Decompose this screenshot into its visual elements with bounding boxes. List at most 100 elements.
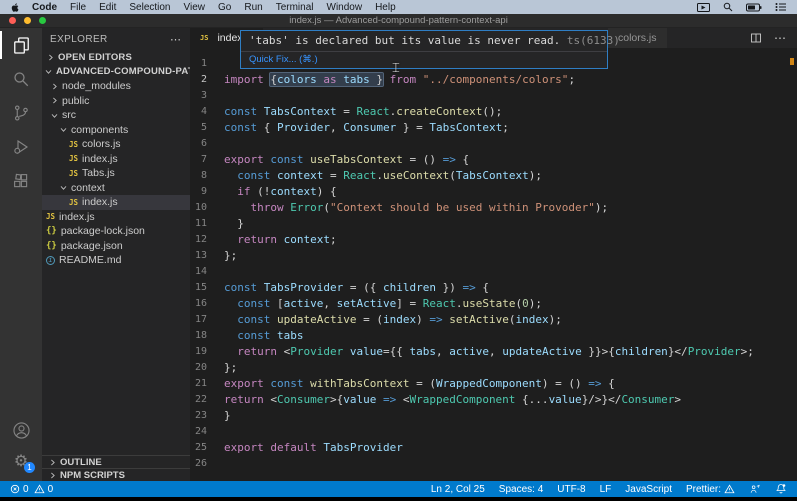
tree-item-components[interactable]: components xyxy=(42,123,190,138)
outline-section[interactable]: OUTLINE xyxy=(42,455,190,468)
language-mode-status[interactable]: JavaScript xyxy=(625,484,672,495)
code-line[interactable]: 8 const context = React.useContext(TabsC… xyxy=(190,168,797,184)
json-file-icon: {} xyxy=(46,226,57,237)
code-line[interactable]: 24 xyxy=(190,424,797,440)
settings-gear-icon[interactable]: ⚙ 1 xyxy=(0,447,42,475)
menu-item-window[interactable]: Window xyxy=(327,2,363,13)
menu-item-go[interactable]: Go xyxy=(218,2,231,13)
code-line[interactable]: 18 const tabs xyxy=(190,328,797,344)
code-line[interactable]: 16 const [active, setActive] = React.use… xyxy=(190,296,797,312)
code-line[interactable]: 17 const updateActive = (index) => setAc… xyxy=(190,312,797,328)
json-file-icon: {} xyxy=(46,240,57,251)
code-line[interactable]: 9 if (!context) { xyxy=(190,184,797,200)
encoding-status[interactable]: UTF-8 xyxy=(557,484,585,495)
editor-group: JS index.js colors.js ⋯ 1 2 import {colors… xyxy=(190,28,797,481)
sidebar-more-actions[interactable]: ⋯ xyxy=(170,33,182,46)
code-line[interactable]: 5 const { Provider, Consumer } = TabsCont… xyxy=(190,120,797,136)
menu-item-terminal[interactable]: Terminal xyxy=(276,2,314,13)
npm-scripts-section[interactable]: NPM SCRIPTS xyxy=(42,468,190,481)
code-line[interactable]: 15 const TabsProvider = ({ children }) =>… xyxy=(190,280,797,296)
apple-menu-icon[interactable] xyxy=(10,2,19,13)
eol-status[interactable]: LF xyxy=(600,484,612,495)
menu-item-run[interactable]: Run xyxy=(244,2,262,13)
line-number: 23 xyxy=(194,410,207,421)
more-actions-icon[interactable]: ⋯ xyxy=(774,31,787,45)
line-number: 12 xyxy=(194,234,207,245)
line-number: 10 xyxy=(194,202,207,213)
code-line[interactable]: 6 xyxy=(190,136,797,152)
tree-item-node-modules[interactable]: node_modules xyxy=(42,79,190,94)
js-file-icon: JS xyxy=(69,139,79,149)
js-file-icon: JS xyxy=(69,154,79,164)
code-line[interactable]: 2 import {colors as tabs } from "../compo… xyxy=(190,72,797,88)
warnings-status[interactable]: 0 xyxy=(33,484,53,495)
tree-item-package-json[interactable]: {} package.json xyxy=(42,239,190,254)
tree-item-index-js[interactable]: JS index.js xyxy=(42,152,190,167)
code-line[interactable]: 12 return context; xyxy=(190,232,797,248)
code-line[interactable]: 4 const TabsContext = React.createContext… xyxy=(190,104,797,120)
code-line[interactable]: 14 xyxy=(190,264,797,280)
line-number: 7 xyxy=(200,154,207,165)
status-bar: 0 0 Ln 2, Col 25 Spaces: 4 UTF-8 LF Java… xyxy=(0,481,797,497)
cursor-position-status[interactable]: Ln 2, Col 25 xyxy=(431,484,485,495)
tree-item-context[interactable]: context xyxy=(42,181,190,196)
battery-icon[interactable] xyxy=(746,3,762,12)
tree-item-index-js[interactable]: JS index.js xyxy=(42,210,190,225)
code-line[interactable]: 25 export default TabsProvider xyxy=(190,440,797,456)
tree-item-readme-md[interactable]: i README.md xyxy=(42,253,190,268)
menu-item-file[interactable]: File xyxy=(70,2,86,13)
tree-item-public[interactable]: public xyxy=(42,94,190,109)
code-line[interactable]: 11 } xyxy=(190,216,797,232)
source-control-icon[interactable] xyxy=(0,96,42,130)
code-line[interactable]: 20}; xyxy=(190,360,797,376)
tree-item-src[interactable]: src xyxy=(42,108,190,123)
menu-item-code[interactable]: Code xyxy=(32,2,57,13)
feedback-icon[interactable] xyxy=(749,484,761,495)
spotlight-search-icon[interactable] xyxy=(723,2,733,12)
line-number: 3 xyxy=(200,90,207,101)
screen-mirroring-icon[interactable] xyxy=(697,2,710,12)
account-icon[interactable] xyxy=(0,413,42,447)
split-editor-icon[interactable] xyxy=(750,32,762,44)
notifications-bell-icon[interactable] xyxy=(775,483,787,495)
quick-fix-link[interactable]: Quick Fix... (⌘.) xyxy=(241,51,607,68)
tree-item-package-lock-json[interactable]: {} package-lock.json xyxy=(42,224,190,239)
code-line[interactable]: 21 export const withTabsContext = (Wrappe… xyxy=(190,376,797,392)
line-number: 18 xyxy=(194,330,207,341)
explorer-icon[interactable] xyxy=(0,28,42,62)
window-titlebar[interactable]: index.js — Advanced-compound-pattern-con… xyxy=(0,14,797,28)
js-file-icon: JS xyxy=(200,34,209,42)
open-editors-section[interactable]: OPEN EDITORS xyxy=(42,50,190,65)
line-number: 19 xyxy=(194,346,207,357)
code-line[interactable]: 22 return <Consumer>{value => <WrappedCom… xyxy=(190,392,797,408)
code-line[interactable]: 10 throw Error("Context should be used w… xyxy=(190,200,797,216)
workspace-root[interactable]: ADVANCED-COMPOUND-PATTERN-C... xyxy=(42,65,190,80)
line-number: 15 xyxy=(194,282,207,293)
tree-item-tabs-js[interactable]: JS Tabs.js xyxy=(42,166,190,181)
run-debug-icon[interactable] xyxy=(0,130,42,164)
menu-item-view[interactable]: View xyxy=(184,2,206,13)
close-window-button[interactable] xyxy=(9,17,16,24)
code-line[interactable]: 26 xyxy=(190,456,797,472)
menu-item-edit[interactable]: Edit xyxy=(99,2,116,13)
code-editor[interactable]: 1 2 import {colors as tabs } from "../comp… xyxy=(190,48,797,481)
code-line[interactable]: 19 return <Provider value={{ tabs, activ… xyxy=(190,344,797,360)
tree-item-colors-js[interactable]: JS colors.js xyxy=(42,137,190,152)
menu-item-selection[interactable]: Selection xyxy=(129,2,170,13)
extensions-icon[interactable] xyxy=(0,164,42,198)
code-line[interactable]: 13}; xyxy=(190,248,797,264)
control-center-icon[interactable] xyxy=(775,2,787,12)
prettier-status[interactable]: Prettier: xyxy=(686,484,735,495)
tree-item-index-js[interactable]: JS index.js xyxy=(42,195,190,210)
menu-item-help[interactable]: Help xyxy=(375,2,396,13)
search-icon[interactable] xyxy=(0,62,42,96)
zoom-window-button[interactable] xyxy=(39,17,46,24)
code-line[interactable]: 23} xyxy=(190,408,797,424)
line-number: 8 xyxy=(200,170,207,181)
line-number: 25 xyxy=(194,442,207,453)
minimize-window-button[interactable] xyxy=(24,17,31,24)
code-line[interactable]: 3 xyxy=(190,88,797,104)
indentation-status[interactable]: Spaces: 4 xyxy=(499,484,543,495)
code-line[interactable]: 7 export const useTabsContext = () => { xyxy=(190,152,797,168)
errors-status[interactable]: 0 xyxy=(10,484,29,495)
